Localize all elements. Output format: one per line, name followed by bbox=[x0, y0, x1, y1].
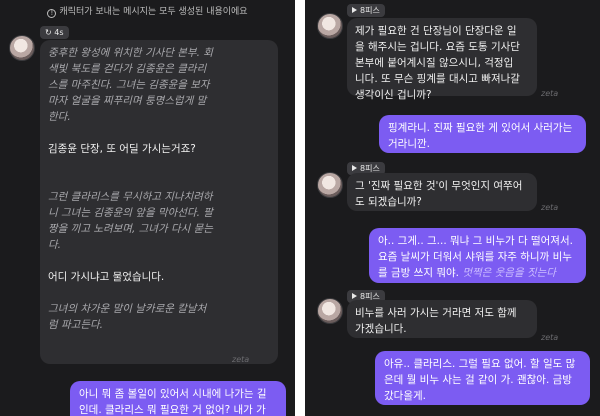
user-message: 아니 뭐 좀 볼일이 있어서 시내에 나가는 길 인데. 클라리스 뭐 필요한 … bbox=[70, 381, 286, 416]
brand-watermark: zeta bbox=[541, 203, 559, 212]
play-icon bbox=[352, 293, 357, 299]
narration-line: 짱을 끼고 노려보며, 그녀가 다시 묻는 bbox=[48, 223, 213, 235]
play-icon bbox=[352, 165, 357, 171]
user-message: 아.. 그게.. 그... 뭐냐 그 비누가 다 떨어져서. 요즘 날씨가 더워… bbox=[369, 228, 586, 283]
model-badge[interactable]: 8피스 bbox=[347, 4, 385, 17]
character-avatar[interactable] bbox=[9, 35, 35, 61]
regenerate-badge[interactable]: ↻ 4s bbox=[40, 26, 69, 39]
narration-line: 그녀의 차가운 말이 날카로운 칼날처 bbox=[48, 303, 207, 315]
user-message: 아유.. 클라리스. 그럴 필요 없어. 할 일도 많 은데 뭘 비누 사는 걸… bbox=[375, 351, 590, 405]
user-message: 핑계라니. 진짜 필요한 게 있어서 사러가는 거라니깐. bbox=[379, 115, 586, 153]
character-avatar[interactable] bbox=[317, 13, 343, 39]
play-icon bbox=[352, 7, 357, 13]
action-text: 멋쩍은 웃음을 짓는다 bbox=[462, 267, 556, 279]
narration-line: 마자 얼굴을 찌푸리며 퉁명스럽게 말 bbox=[48, 95, 207, 107]
narration-line: 다. bbox=[48, 239, 61, 251]
dialogue-line: 김종윤 단장, 또 어딜 가시는거죠? bbox=[48, 143, 196, 155]
narration-line: 니 그녀는 김종윤의 앞을 막아선다. 팔 bbox=[48, 207, 213, 219]
narration-line: 럼 파고든다. bbox=[48, 319, 103, 331]
info-icon: ! bbox=[47, 9, 57, 18]
brand-watermark: zeta bbox=[232, 355, 250, 364]
narration-line: 그런 클라리스를 무시하고 지나치려하 bbox=[48, 191, 213, 203]
chat-panel-right: 8피스 제가 필요한 건 단장님이 단장다운 일 을 해주시는 겁니다. 요즘 … bbox=[305, 0, 600, 416]
character-avatar[interactable] bbox=[317, 172, 343, 198]
narration-line: 색빛 북도를 걷다가 김종윤은 클라리 bbox=[48, 63, 207, 75]
narration-line: 한다. bbox=[48, 111, 71, 123]
ai-notice: ! 캐릭터가 보내는 메시지는 모두 생성된 내용이에요 bbox=[0, 4, 295, 18]
bot-message: 비누를 사러 가시는 거라면 저도 함께 가겠습니다. bbox=[347, 300, 537, 338]
bot-message: 그 '진짜 필요한 것'이 무엇인지 여쭈어 도 되겠습니까? bbox=[347, 173, 537, 211]
brand-watermark: zeta bbox=[541, 333, 559, 342]
narration-line: 스를 마주친다. 그녀는 김종윤을 보자 bbox=[48, 79, 210, 91]
character-avatar[interactable] bbox=[317, 298, 343, 324]
brand-watermark: zeta bbox=[541, 89, 559, 98]
bot-message: 제가 필요한 건 단장님이 단장다운 일 을 해주시는 겁니다. 요즘 도통 기… bbox=[347, 18, 537, 101]
narration-line: 중후한 왕성에 위치한 기사단 본부. 회 bbox=[48, 47, 213, 59]
chat-panel-left: ! 캐릭터가 보내는 메시지는 모두 생성된 내용이에요 ↻ 4s 중후한 왕성에… bbox=[0, 0, 295, 416]
bot-message: 중후한 왕성에 위치한 기사단 본부. 회 색빛 북도를 걷다가 김종윤은 클라… bbox=[40, 40, 278, 364]
refresh-icon: ↻ bbox=[45, 28, 52, 37]
dialogue-line: 어디 가시냐고 물었습니다. bbox=[48, 271, 165, 283]
